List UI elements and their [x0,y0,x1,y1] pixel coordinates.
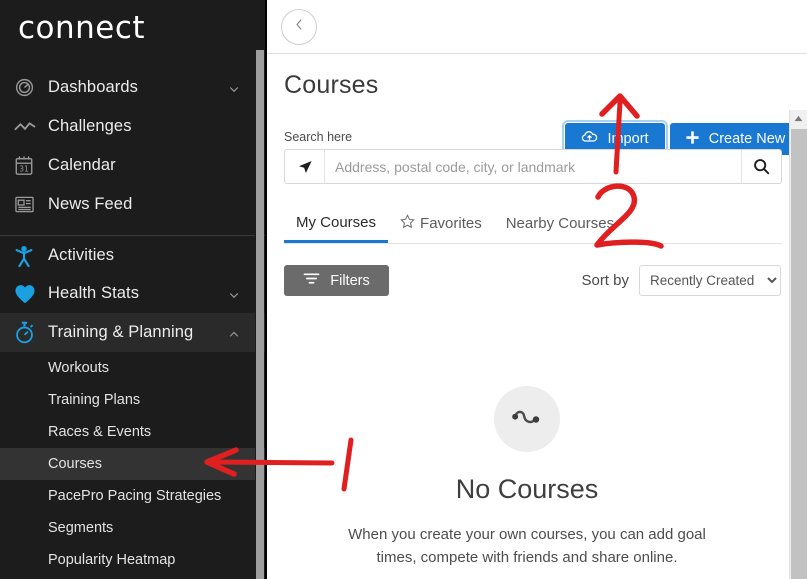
app-root: connect Dashboards Challenges 31 Calenda… [0,0,807,579]
sidebar-subitem-races-events[interactable]: Races & Events [0,416,266,448]
tab-label: Favorites [420,215,482,232]
filters-button[interactable]: Filters [284,265,389,296]
news-feed-icon [14,193,48,217]
sidebar-label: Challenges [48,117,132,135]
page-title: Courses [284,71,379,99]
chevron-down-icon [228,82,240,94]
sort-by-select[interactable]: Recently Created [639,265,781,296]
tab-favorites[interactable]: Favorites [388,204,494,243]
sidebar-item-dashboards[interactable]: Dashboards [0,68,266,107]
sidebar-item-news-feed[interactable]: News Feed [0,185,266,224]
main-content: Courses Import Create New Search here Ad… [267,0,807,579]
sidebar-item-courses[interactable]: Courses [0,448,266,480]
sidebar-item-activities[interactable]: Activities [0,235,266,274]
sidebar-subitem-training-plans[interactable]: Training Plans [0,384,266,416]
filter-icon [303,271,320,290]
chevron-down-icon [228,288,240,300]
sidebar-sublabel: Workouts [48,360,109,376]
search-block: Search here [284,130,799,184]
chevron-up-icon [228,327,240,339]
page-scrollbar-track[interactable] [789,110,807,579]
tab-nearby-courses[interactable]: Nearby Courses [494,204,626,243]
sidebar-sublabel: Popularity Heatmap [48,552,176,568]
location-arrow-icon[interactable] [285,150,325,183]
course-route-icon [494,386,560,452]
sidebar-item-calendar[interactable]: 31 Calendar [0,146,266,185]
gauge-icon [14,76,48,100]
person-icon [14,244,48,268]
sidebar-label: Training & Planning [48,323,194,341]
sort-by-control: Sort by Recently Created [581,265,781,296]
brand-logo[interactable]: connect [0,0,266,56]
stopwatch-icon [14,321,48,345]
tab-label: Nearby Courses [505,215,615,232]
sidebar-label: Activities [48,246,115,264]
search-input[interactable] [325,150,741,183]
search-label: Search here [284,130,353,144]
sidebar-nav: Dashboards Challenges 31 Calendar News F… [0,56,266,576]
sidebar-label: News Feed [48,195,133,213]
sidebar-scrollbar-thumb[interactable] [256,50,264,579]
empty-state-title: No Courses [455,474,599,504]
tab-label: My Courses [296,213,377,231]
search-icon[interactable] [741,150,781,183]
star-outline-icon [400,214,415,233]
sidebar-item-health-stats[interactable]: Health Stats [0,274,266,313]
sidebar-item-challenges[interactable]: Challenges [0,107,266,146]
sidebar-sublabel: Races & Events [48,424,152,440]
svg-text:31: 31 [19,164,29,173]
sidebar-label: Calendar [48,156,116,174]
brand-wordmark: connect [18,9,146,46]
sidebar-subitem-segments[interactable]: Segments [0,512,266,544]
zigzag-line-icon [14,115,48,139]
sort-by-label: Sort by [581,272,629,289]
sidebar-sublabel: Training Plans [48,392,141,408]
sidebar-subitem-pacepro[interactable]: PacePro Pacing Strategies [0,480,266,512]
tab-my-courses[interactable]: My Courses [284,204,389,243]
heart-icon [14,282,48,306]
page-scrollbar-thumb[interactable] [791,129,807,579]
sidebar-label: Dashboards [48,78,138,96]
chevron-left-icon [293,18,306,36]
sidebar-sublabel: Segments [48,520,114,536]
search-row [284,149,782,184]
filters-button-label: Filters [330,272,370,289]
sidebar-sublabel: Courses [48,456,102,472]
tab-bar: My Courses Favorites Nearby Courses [284,204,782,244]
empty-state-description: When you create your own courses, you ca… [348,526,706,567]
sidebar-subitem-popularity-heatmap[interactable]: Popularity Heatmap [0,544,266,576]
scroll-up-arrow-icon[interactable] [790,110,807,127]
sidebar-item-training-planning[interactable]: Training & Planning [0,313,266,352]
page-header: Courses Import Create New [267,54,807,158]
sidebar-subitem-workouts[interactable]: Workouts [0,352,266,384]
top-bar [267,0,807,54]
calendar-icon: 31 [14,154,48,178]
sidebar: connect Dashboards Challenges 31 Calenda… [0,0,266,579]
back-button[interactable] [281,9,317,45]
sidebar-sublabel: PacePro Pacing Strategies [48,488,222,504]
empty-state: No Courses When you create your own cour… [267,386,787,570]
sidebar-label: Health Stats [48,284,140,302]
